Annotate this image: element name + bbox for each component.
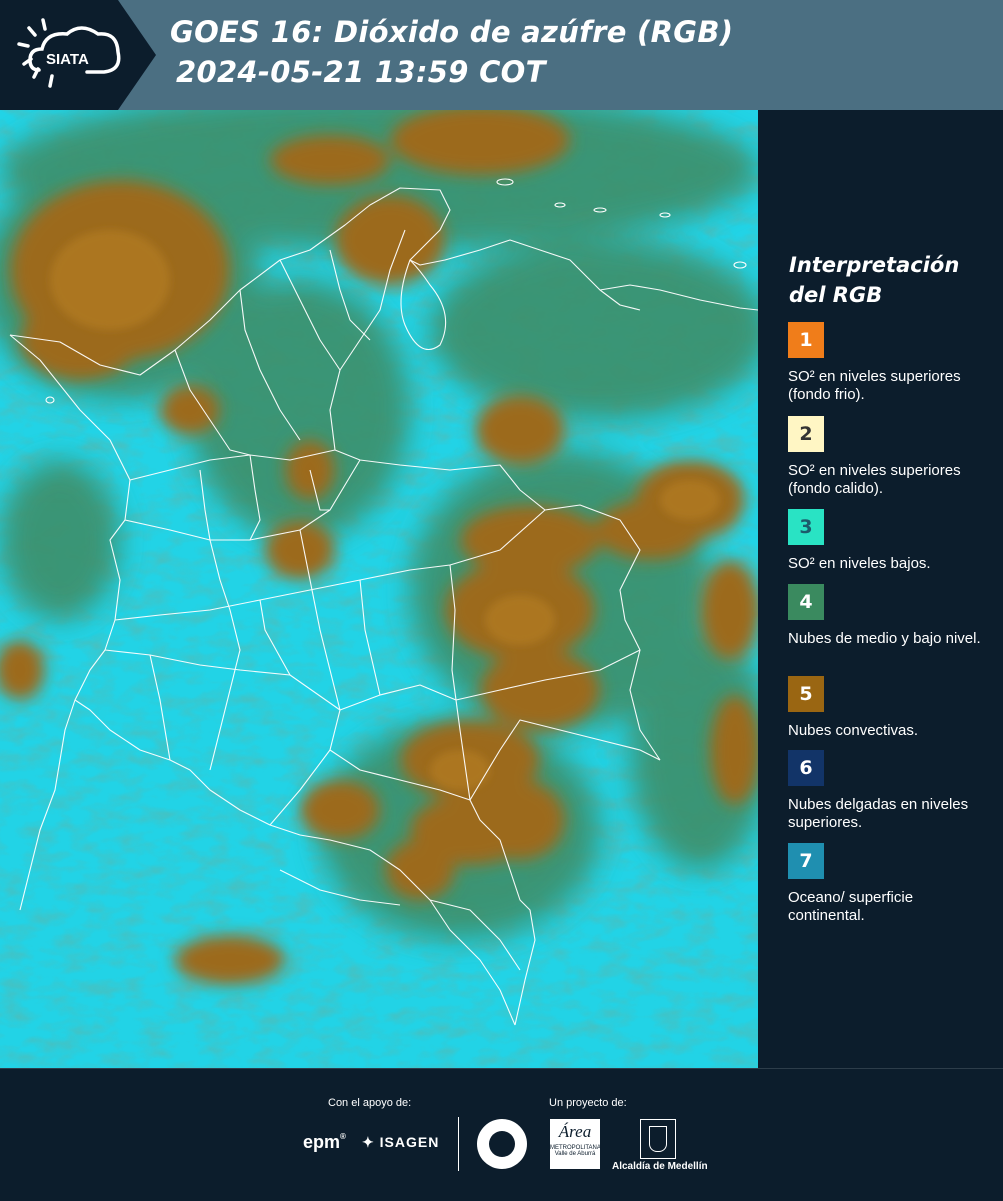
legend-panel: Interpretación del RGB 1 SO² en niveles … bbox=[758, 110, 1003, 1068]
footer: Con el apoyo de: Un proyecto de: epm® ✦ … bbox=[0, 1068, 1003, 1201]
legend-swatch: 6 bbox=[788, 750, 824, 786]
legend-item: 3 SO² en niveles bajos. bbox=[788, 509, 993, 573]
legend-title: Interpretación del RGB bbox=[789, 253, 960, 307]
project-caption: Un proyecto de: bbox=[549, 1097, 627, 1109]
seal-inner-icon bbox=[489, 1131, 515, 1157]
legend-swatch: 1 bbox=[788, 322, 824, 358]
legend-swatch: 3 bbox=[788, 509, 824, 545]
medellin-seal-logo bbox=[477, 1119, 527, 1169]
legend-label: SO² en niveles superiores (fondo calido)… bbox=[788, 462, 961, 497]
legend-swatch: 2 bbox=[788, 416, 824, 452]
legend-swatch: 5 bbox=[788, 676, 824, 712]
legend-label: SO² en niveles superiores (fondo frio). bbox=[788, 368, 961, 403]
footer-divider bbox=[458, 1117, 459, 1171]
logo-text: SIATA bbox=[46, 51, 89, 68]
alcaldia-logo bbox=[640, 1119, 676, 1159]
epm-logo-text: epm bbox=[303, 1132, 341, 1152]
legend-item: 1 SO² en niveles superiores (fondo frio)… bbox=[788, 322, 993, 403]
legend-item: 7 Oceano/ superficie continental. bbox=[788, 843, 993, 924]
legend-item: 5 Nubes convectivas. bbox=[788, 676, 993, 740]
legend-swatch: 4 bbox=[788, 584, 824, 620]
legend-label: SO² en niveles bajos. bbox=[788, 555, 931, 572]
legend-label: Nubes delgadas en niveles superiores. bbox=[788, 796, 969, 831]
isagen-logo-text: ISAGEN bbox=[379, 1134, 440, 1150]
area-metropolitana-logo: Área METROPOLITANA Valle de Aburrá bbox=[550, 1119, 601, 1169]
legend-item: 2 SO² en niveles superiores (fondo calid… bbox=[788, 416, 993, 497]
legend-item: 4 Nubes de medio y bajo nivel. bbox=[788, 584, 993, 648]
legend-item: 6 Nubes delgadas en niveles superiores. bbox=[788, 750, 993, 831]
alcaldia-text: Alcaldía de Medellín bbox=[612, 1161, 708, 1172]
isagen-star-icon: ✦ bbox=[362, 1134, 375, 1150]
isagen-logo: ✦ ISAGEN bbox=[362, 1134, 439, 1151]
support-caption: Con el apoyo de: bbox=[328, 1097, 412, 1109]
area-logo-sub2: Valle de Aburrá bbox=[554, 1151, 596, 1157]
coat-of-arms-icon bbox=[649, 1126, 667, 1152]
epm-logo: epm® bbox=[303, 1132, 346, 1152]
title-line-1: GOES 16: Dióxido de azúfre (RGB) bbox=[170, 15, 734, 49]
siata-logo: SIATA bbox=[12, 14, 132, 94]
title-line-2: 2024-05-21 13:59 COT bbox=[176, 55, 546, 89]
legend-swatch: 7 bbox=[788, 843, 824, 879]
legend-label: Nubes convectivas. bbox=[788, 722, 919, 739]
header: SIATA GOES 16: Dióxido de azúfre (RGB) 2… bbox=[0, 0, 1003, 110]
legend-label: Nubes de medio y bajo nivel. bbox=[788, 630, 981, 647]
satellite-map bbox=[0, 110, 758, 1070]
legend-label: Oceano/ superficie continental. bbox=[788, 889, 914, 924]
area-logo-text: Área bbox=[558, 1122, 592, 1141]
